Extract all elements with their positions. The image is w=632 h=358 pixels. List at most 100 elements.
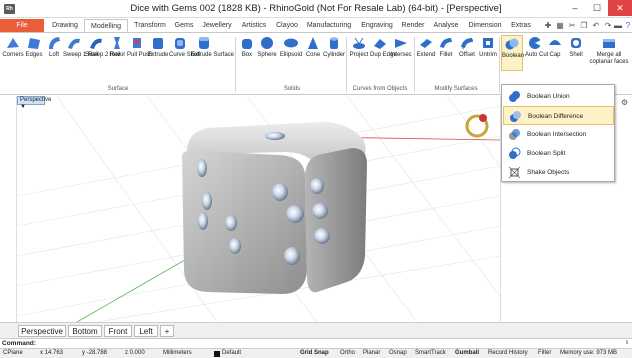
extrude-button[interactable]: Extrude [147, 35, 169, 71]
z-coordinate: z 0.000 [125, 350, 145, 356]
auto-cut-icon [529, 37, 541, 49]
cylinder-button[interactable]: Cylinder [322, 35, 346, 71]
viewport-title[interactable]: Perspective ▼ [17, 96, 51, 110]
intersec-button[interactable]: Intersec [390, 35, 412, 71]
cap-button[interactable]: Cap [545, 35, 565, 71]
viewport-menu-icon[interactable]: ▼ [20, 104, 26, 110]
tab-perspective[interactable]: Perspective [18, 325, 66, 337]
tab-file[interactable]: File [0, 19, 44, 32]
menu-item-boolean-split[interactable]: Boolean Split [503, 144, 614, 163]
cone-icon [308, 37, 318, 49]
tab-jewellery[interactable]: Jewellery [198, 19, 236, 32]
ring-model-icon[interactable] [465, 114, 489, 138]
ellipsoid-button[interactable]: Ellipsoid [278, 35, 304, 71]
paste-icon[interactable]: ▦ [554, 20, 566, 31]
curve-shell-button[interactable]: Curve Shell [169, 35, 200, 71]
grid-snap-toggle[interactable]: Grid Snap [300, 349, 329, 358]
osnap-toggle[interactable]: Osnap [389, 349, 407, 358]
tab-transform[interactable]: Transform [130, 19, 170, 32]
group-divider [346, 37, 347, 92]
sphere-button[interactable]: Sphere [256, 35, 278, 71]
tab-left[interactable]: Left [134, 325, 158, 337]
add-viewport-button[interactable]: + [160, 325, 174, 337]
merge-coplanar-faces-button[interactable]: Merge all coplanar faces [588, 35, 630, 71]
boolean-union-icon [509, 91, 520, 102]
untrim-button[interactable]: Untrim [478, 35, 498, 71]
record-history-toggle[interactable]: Record History [488, 349, 528, 358]
help-icon[interactable]: ? [622, 20, 632, 31]
extend-button[interactable]: Extend [416, 35, 436, 71]
viewport-scene [16, 95, 501, 323]
layer-label[interactable]: Default [222, 349, 241, 358]
copy-icon[interactable]: ❐ [578, 20, 590, 31]
extrude-icon [153, 38, 163, 49]
boolean-difference-icon [510, 111, 521, 122]
tab-manufacturing[interactable]: Manufacturing [302, 19, 356, 32]
edges-button[interactable]: Edges [24, 35, 44, 71]
menu-item-shake-objects[interactable]: Shake Objects [503, 163, 614, 182]
units-label[interactable]: Millimeters [163, 349, 192, 358]
shell-button[interactable]: Shell [565, 35, 587, 71]
undo-icon[interactable]: ↶ [590, 20, 602, 31]
ortho-toggle[interactable]: Ortho [340, 349, 355, 358]
auto-cut-button[interactable]: Auto Cut [525, 35, 548, 71]
loft-button[interactable]: Loft [45, 35, 63, 71]
tab-clayoo[interactable]: Clayoo [273, 19, 301, 32]
tab-front[interactable]: Front [104, 325, 132, 337]
tab-artistics[interactable]: Artistics [237, 19, 271, 32]
boolean-button[interactable]: Boolean [501, 35, 524, 71]
cone-button[interactable]: Cone [304, 35, 322, 71]
extrude-surface-label: Extrude Surface [191, 52, 235, 58]
tab-dimension[interactable]: Dimension [464, 19, 506, 32]
tab-gems[interactable]: Gems [172, 19, 196, 32]
sweep-2-rail-button[interactable]: Sweep 2 Rail [85, 35, 120, 71]
perspective-viewport[interactable] [16, 95, 501, 323]
project-button[interactable]: Project [348, 35, 370, 71]
edges-icon [28, 38, 40, 49]
cplane-label[interactable]: CPlane [3, 349, 23, 358]
project-icon [353, 37, 365, 49]
solids-group-label: Solids [283, 86, 301, 92]
extend-label: Extend [416, 52, 436, 58]
revol-icon [114, 37, 120, 49]
dup-edge-button[interactable]: Dup Edge [370, 35, 397, 71]
menu-item-boolean-intersection[interactable]: Boolean Intersection [503, 125, 614, 144]
box-button[interactable]: Box [238, 35, 256, 71]
tab-engraving[interactable]: Engraving [357, 19, 397, 32]
planar-toggle[interactable]: Planar [363, 349, 380, 358]
menu-item-boolean-difference[interactable]: Boolean Difference [503, 106, 614, 125]
maximize-button[interactable]: ☐ [586, 0, 608, 16]
offset-button[interactable]: Offset [456, 35, 478, 71]
menu-item-boolean-union[interactable]: Boolean Union [503, 87, 614, 106]
gumball-toggle[interactable]: Gumball [455, 349, 479, 358]
dice-model[interactable] [182, 122, 367, 294]
tab-extras[interactable]: Extras [507, 19, 535, 32]
panel-settings-icon[interactable]: ⚙ [621, 98, 628, 107]
ellipsoid-label: Ellipsoid [279, 52, 303, 58]
fillet-button[interactable]: Fillet [436, 35, 456, 71]
tab-analyse[interactable]: Analyse [429, 19, 463, 32]
filter-toggle[interactable]: Filter [538, 349, 551, 358]
command-line[interactable]: Command: ⇕ [0, 338, 632, 348]
sweep-1-rail-button[interactable]: Sweep 1 Rail [63, 35, 98, 71]
command-scroll-icon[interactable]: ⇕ [623, 339, 631, 348]
intersec-icon [395, 39, 407, 48]
command-label: Command: [2, 340, 36, 347]
merge-coplanar-faces-label: Merge all coplanar faces [589, 52, 629, 65]
group-divider [235, 37, 236, 92]
boolean-icon [505, 38, 519, 50]
corners-button[interactable]: Corners [2, 35, 24, 71]
tab-render[interactable]: Render [399, 19, 427, 32]
smarttrack-toggle[interactable]: SmartTrack [415, 349, 446, 358]
cut-icon[interactable]: ✂ [566, 20, 578, 31]
tab-modelling[interactable]: Modelling [84, 19, 128, 32]
pin-icon[interactable]: ✚ [542, 20, 554, 31]
pull-push-button[interactable]: Pull Push [127, 35, 152, 71]
shell-icon [571, 38, 581, 48]
extrude-surface-button[interactable]: Extrude Surface [191, 35, 235, 71]
tab-bottom[interactable]: Bottom [68, 325, 102, 337]
tab-drawing[interactable]: Drawing [46, 19, 84, 32]
minimize-button[interactable]: – [564, 0, 586, 16]
revol-button[interactable]: Revol [107, 35, 127, 71]
close-button[interactable]: ✕ [608, 0, 632, 16]
